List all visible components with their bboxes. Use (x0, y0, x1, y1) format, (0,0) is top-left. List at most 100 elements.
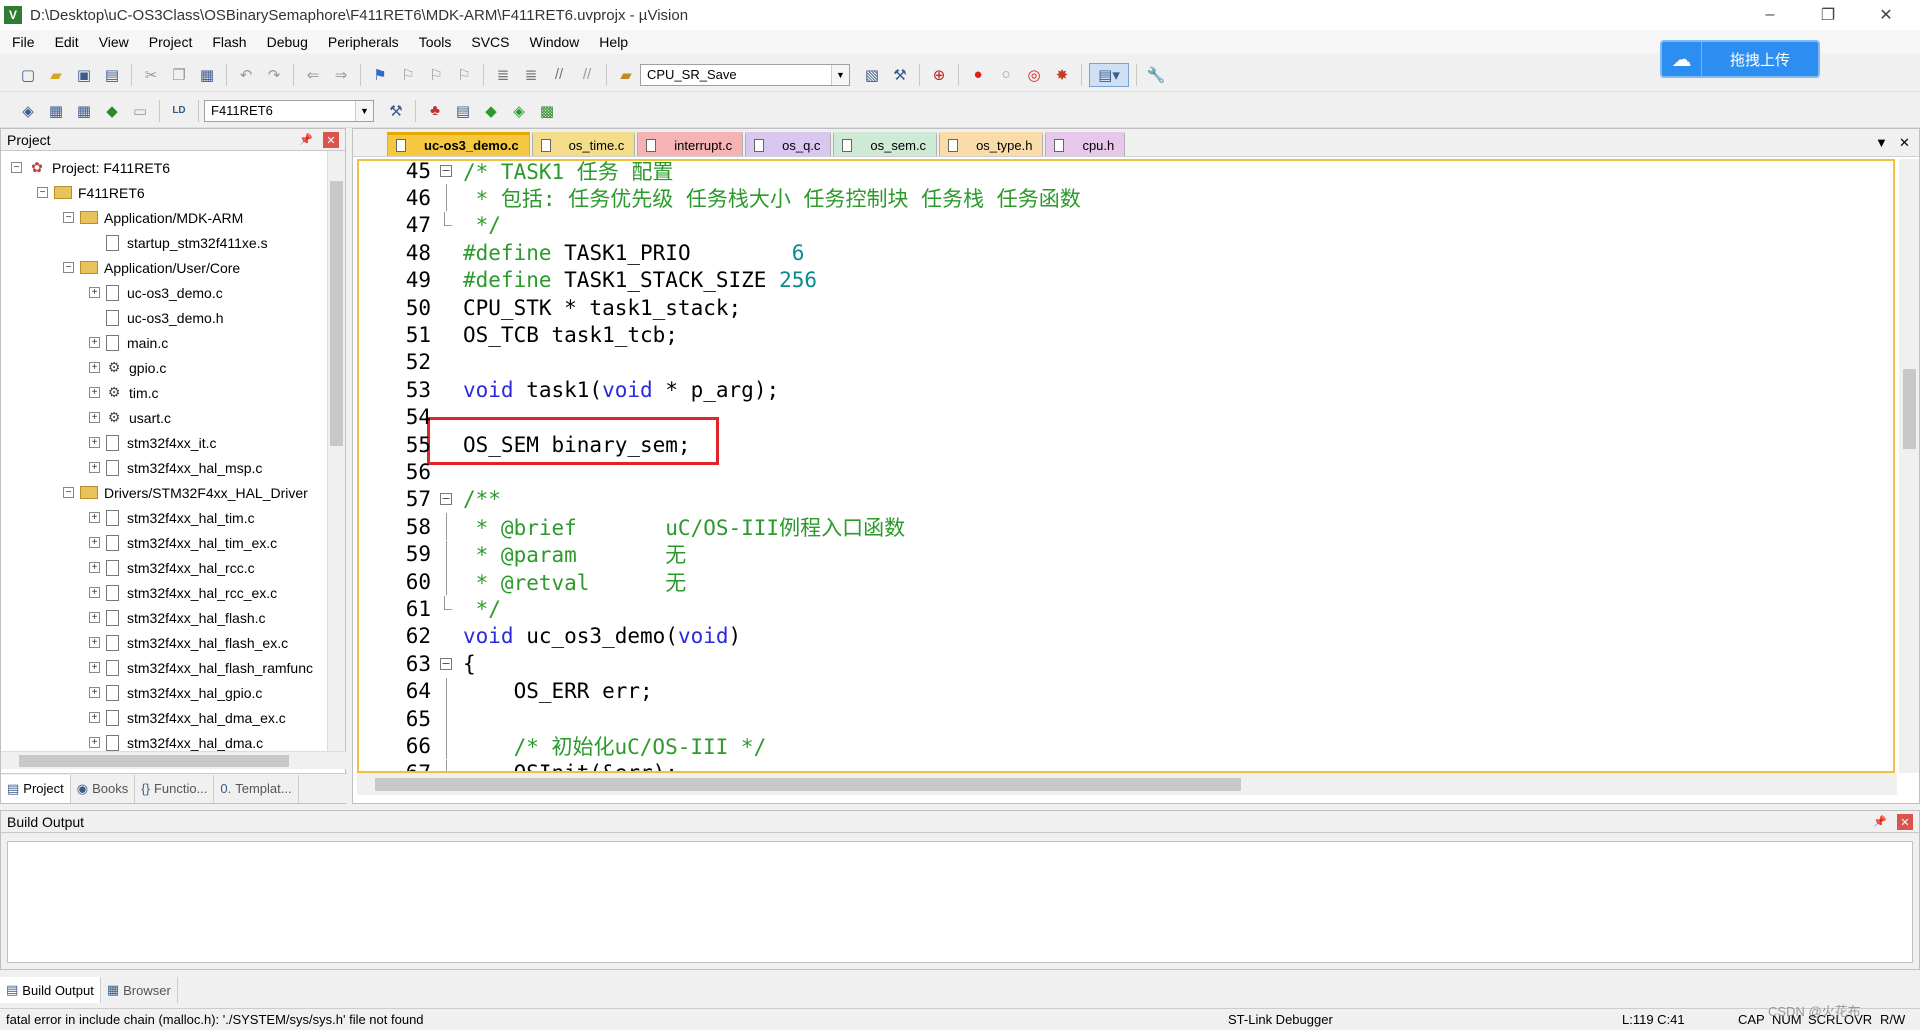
expand-icon[interactable]: + (89, 287, 100, 298)
chevron-down-icon[interactable]: ▼ (355, 100, 373, 121)
expand-icon[interactable]: + (89, 512, 100, 523)
expand-icon[interactable]: + (89, 662, 100, 673)
comment-icon[interactable]: // (547, 63, 571, 87)
menu-help[interactable]: Help (589, 34, 638, 50)
find-in-files-icon[interactable]: ▰ (614, 63, 638, 87)
close-tab-icon[interactable]: ✕ (1899, 135, 1910, 151)
cut-icon[interactable]: ✂ (139, 63, 163, 87)
new-file-icon[interactable]: ▢ (16, 63, 40, 87)
debug-session-icon[interactable]: ⊕ (927, 63, 951, 87)
expand-icon[interactable]: + (89, 562, 100, 573)
kill-breakpoints-icon[interactable]: ✸ (1050, 63, 1074, 87)
menu-view[interactable]: View (89, 34, 139, 50)
tree-item[interactable]: + stm32f4xx_hal_dma.c (89, 730, 263, 751)
panel-tab-functio[interactable]: {} Functio... (135, 774, 215, 803)
expand-icon[interactable]: + (89, 362, 100, 373)
expand-icon[interactable]: + (89, 637, 100, 648)
tree-item[interactable]: + stm32f4xx_it.c (89, 430, 216, 455)
tab-list-icon[interactable]: ▼ (1875, 135, 1888, 150)
menu-peripherals[interactable]: Peripherals (318, 34, 409, 50)
tree-item[interactable]: + uc-os3_demo.c (89, 280, 223, 305)
incremental-find-icon[interactable]: ⚒ (888, 63, 912, 87)
expand-icon[interactable]: + (89, 537, 100, 548)
save-all-icon[interactable]: ▤ (100, 63, 124, 87)
code-editor[interactable]: 45−/* TASK1 任务 配置 46 * 包括: 任务优先级 任务栈大小 任务… (357, 159, 1895, 773)
collapse-icon[interactable]: − (63, 487, 74, 498)
undo-icon[interactable]: ↶ (234, 63, 258, 87)
batch-build-icon[interactable]: ◆ (100, 99, 124, 123)
indent-icon[interactable]: ≣ (491, 63, 515, 87)
file-tab[interactable]: os_q.c (745, 132, 832, 156)
collapse-icon[interactable]: − (63, 212, 74, 223)
tree-horizontal-scrollbar[interactable] (1, 751, 347, 769)
target-options-icon[interactable]: ⚒ (384, 99, 408, 123)
open-folder-icon[interactable]: ▰ (44, 63, 68, 87)
output-tab-buildoutput[interactable]: ▤ Build Output (0, 977, 101, 1003)
collapse-icon[interactable]: − (63, 262, 74, 273)
copy-icon[interactable]: ❐ (167, 63, 191, 87)
expand-icon[interactable]: + (89, 387, 100, 398)
tree-item[interactable]: − Drivers/STM32F4xx_HAL_Driver (63, 480, 308, 505)
find-combo[interactable]: CPU_SR_Save ▼ (640, 63, 850, 86)
minimize-button[interactable]: – (1742, 0, 1798, 30)
drag-upload-button[interactable]: ☁ 拖拽上传 (1660, 40, 1820, 78)
tree-item[interactable]: − F411RET6 (37, 180, 145, 205)
tree-item[interactable]: + ⚙ usart.c (89, 405, 171, 430)
menu-tools[interactable]: Tools (409, 34, 462, 50)
close-icon[interactable]: ✕ (1897, 814, 1913, 830)
select-software-packs-icon[interactable]: ▤ (451, 99, 475, 123)
expand-icon[interactable]: + (89, 612, 100, 623)
tree-item[interactable]: − Application/MDK-ARM (63, 205, 243, 230)
manage-run-time-icon[interactable]: ◈ (507, 99, 531, 123)
collapse-icon[interactable]: − (11, 162, 22, 173)
translate-icon[interactable]: ◈ (16, 99, 40, 123)
panel-tab-templat[interactable]: 0. Templat... (214, 774, 299, 803)
tree-item[interactable]: + stm32f4xx_hal_flash_ex.c (89, 630, 288, 655)
fold-collapse-icon[interactable]: − (437, 491, 455, 507)
expand-icon[interactable]: + (89, 437, 100, 448)
panel-tab-books[interactable]: ◉ Books (71, 774, 136, 803)
stop-build-icon[interactable]: ▭ (128, 99, 152, 123)
tree-vertical-scroll-thumb[interactable] (330, 181, 343, 446)
pack-installer-icon[interactable]: ◆ (479, 99, 503, 123)
build-output-text[interactable] (7, 841, 1913, 963)
file-tab[interactable]: cpu.h (1045, 132, 1126, 156)
pin-icon[interactable]: 📌 (299, 133, 313, 146)
expand-icon[interactable]: + (89, 687, 100, 698)
navigate-back-icon[interactable]: ⇐ (301, 63, 325, 87)
tree-item[interactable]: + stm32f4xx_hal_rcc.c (89, 555, 255, 580)
tree-horizontal-scroll-thumb[interactable] (19, 755, 289, 767)
expand-icon[interactable]: + (89, 337, 100, 348)
expand-icon[interactable]: + (89, 462, 100, 473)
tree-item[interactable]: + stm32f4xx_hal_tim.c (89, 505, 255, 530)
uncomment-icon[interactable]: // (575, 63, 599, 87)
clear-bookmarks-icon[interactable]: ⚐ (452, 63, 476, 87)
paste-icon[interactable]: ▦ (195, 63, 219, 87)
file-tab[interactable]: interrupt.c (637, 132, 744, 156)
insert-breakpoint-icon[interactable]: ● (966, 63, 990, 87)
tree-item[interactable]: + stm32f4xx_hal_flash.c (89, 605, 266, 630)
disable-breakpoints-icon[interactable]: ◎ (1022, 63, 1046, 87)
file-tab[interactable]: os_sem.c (833, 132, 938, 156)
next-bookmark-icon[interactable]: ⚐ (424, 63, 448, 87)
rebuild-icon[interactable]: ▦ (72, 99, 96, 123)
tree-item[interactable]: + stm32f4xx_hal_tim_ex.c (89, 530, 277, 555)
tree-vertical-scrollbar[interactable] (327, 151, 345, 751)
tree-item[interactable]: uc-os3_demo.h (89, 305, 224, 330)
pack-icon[interactable]: ▩ (535, 99, 559, 123)
save-icon[interactable]: ▣ (72, 63, 96, 87)
code-vertical-scrollbar[interactable] (1899, 159, 1919, 773)
bookmark-icon[interactable]: ⚑ (368, 63, 392, 87)
unindent-icon[interactable]: ≣ (519, 63, 543, 87)
code-horizontal-scroll-thumb[interactable] (375, 778, 1241, 791)
tree-item[interactable]: + stm32f4xx_hal_dma_ex.c (89, 705, 286, 730)
tree-item[interactable]: + stm32f4xx_hal_gpio.c (89, 680, 262, 705)
menu-file[interactable]: File (0, 34, 45, 50)
tree-item[interactable]: + ⚙ tim.c (89, 380, 159, 405)
output-tab-browser[interactable]: ▦ Browser (101, 977, 178, 1003)
enable-breakpoint-icon[interactable]: ○ (994, 63, 1018, 87)
expand-icon[interactable]: + (89, 737, 100, 748)
file-tab[interactable]: uc-os3_demo.c (387, 132, 530, 156)
build-icon[interactable]: ▦ (44, 99, 68, 123)
tree-item[interactable]: + ⚙ gpio.c (89, 355, 166, 380)
